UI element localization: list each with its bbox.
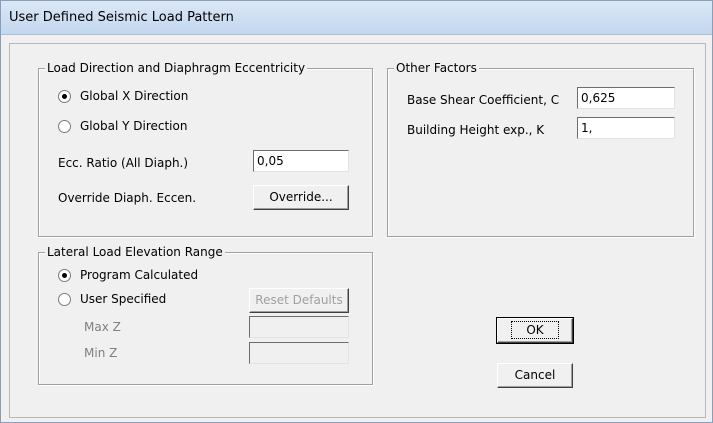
override-button[interactable]: Override... — [253, 185, 349, 210]
dialog-client-area: Load Direction and Diaphragm Eccentricit… — [9, 43, 706, 418]
height-exp-input[interactable]: 1, — [577, 117, 675, 139]
height-exp-label: Building Height exp., K — [407, 123, 545, 137]
user-specified-radio[interactable] — [58, 293, 71, 306]
window-title: User Defined Seismic Load Pattern — [9, 10, 234, 25]
load-direction-legend: Load Direction and Diaphragm Eccentricit… — [45, 61, 308, 75]
elevation-range-group: Lateral Load Elevation Range Program Cal… — [38, 245, 373, 385]
program-calculated-label[interactable]: Program Calculated — [80, 268, 198, 282]
ok-button-label: OK — [511, 321, 559, 339]
reset-defaults-button[interactable]: Reset Defaults — [249, 288, 349, 313]
min-z-input[interactable] — [249, 342, 349, 364]
override-eccen-label: Override Diaph. Eccen. — [58, 191, 197, 205]
min-z-label: Min Z — [84, 346, 118, 360]
dialog-window: User Defined Seismic Load Pattern Load D… — [0, 0, 713, 423]
radio-selected-dot — [62, 273, 67, 278]
other-factors-legend: Other Factors — [394, 61, 479, 75]
user-specified-label[interactable]: User Specified — [80, 292, 166, 306]
ok-button[interactable]: OK — [496, 317, 574, 344]
global-y-label[interactable]: Global Y Direction — [80, 119, 187, 133]
title-bar[interactable]: User Defined Seismic Load Pattern — [1, 1, 712, 35]
load-direction-group: Load Direction and Diaphragm Eccentricit… — [38, 61, 373, 237]
max-z-label: Max Z — [84, 320, 121, 334]
radio-selected-dot — [62, 94, 67, 99]
base-shear-label: Base Shear Coefficient, C — [407, 93, 560, 107]
program-calculated-radio[interactable] — [58, 269, 71, 282]
global-x-radio[interactable] — [58, 90, 71, 103]
ecc-ratio-input[interactable]: 0,05 — [253, 150, 349, 172]
max-z-input[interactable] — [249, 316, 349, 338]
global-y-radio[interactable] — [58, 120, 71, 133]
base-shear-input[interactable]: 0,625 — [577, 87, 675, 109]
ecc-ratio-label: Ecc. Ratio (All Diaph.) — [58, 156, 189, 170]
other-factors-group: Other Factors Base Shear Coefficient, C … — [387, 61, 694, 237]
global-x-label[interactable]: Global X Direction — [80, 89, 188, 103]
cancel-button[interactable]: Cancel — [497, 363, 573, 388]
elevation-range-legend: Lateral Load Elevation Range — [45, 245, 225, 259]
